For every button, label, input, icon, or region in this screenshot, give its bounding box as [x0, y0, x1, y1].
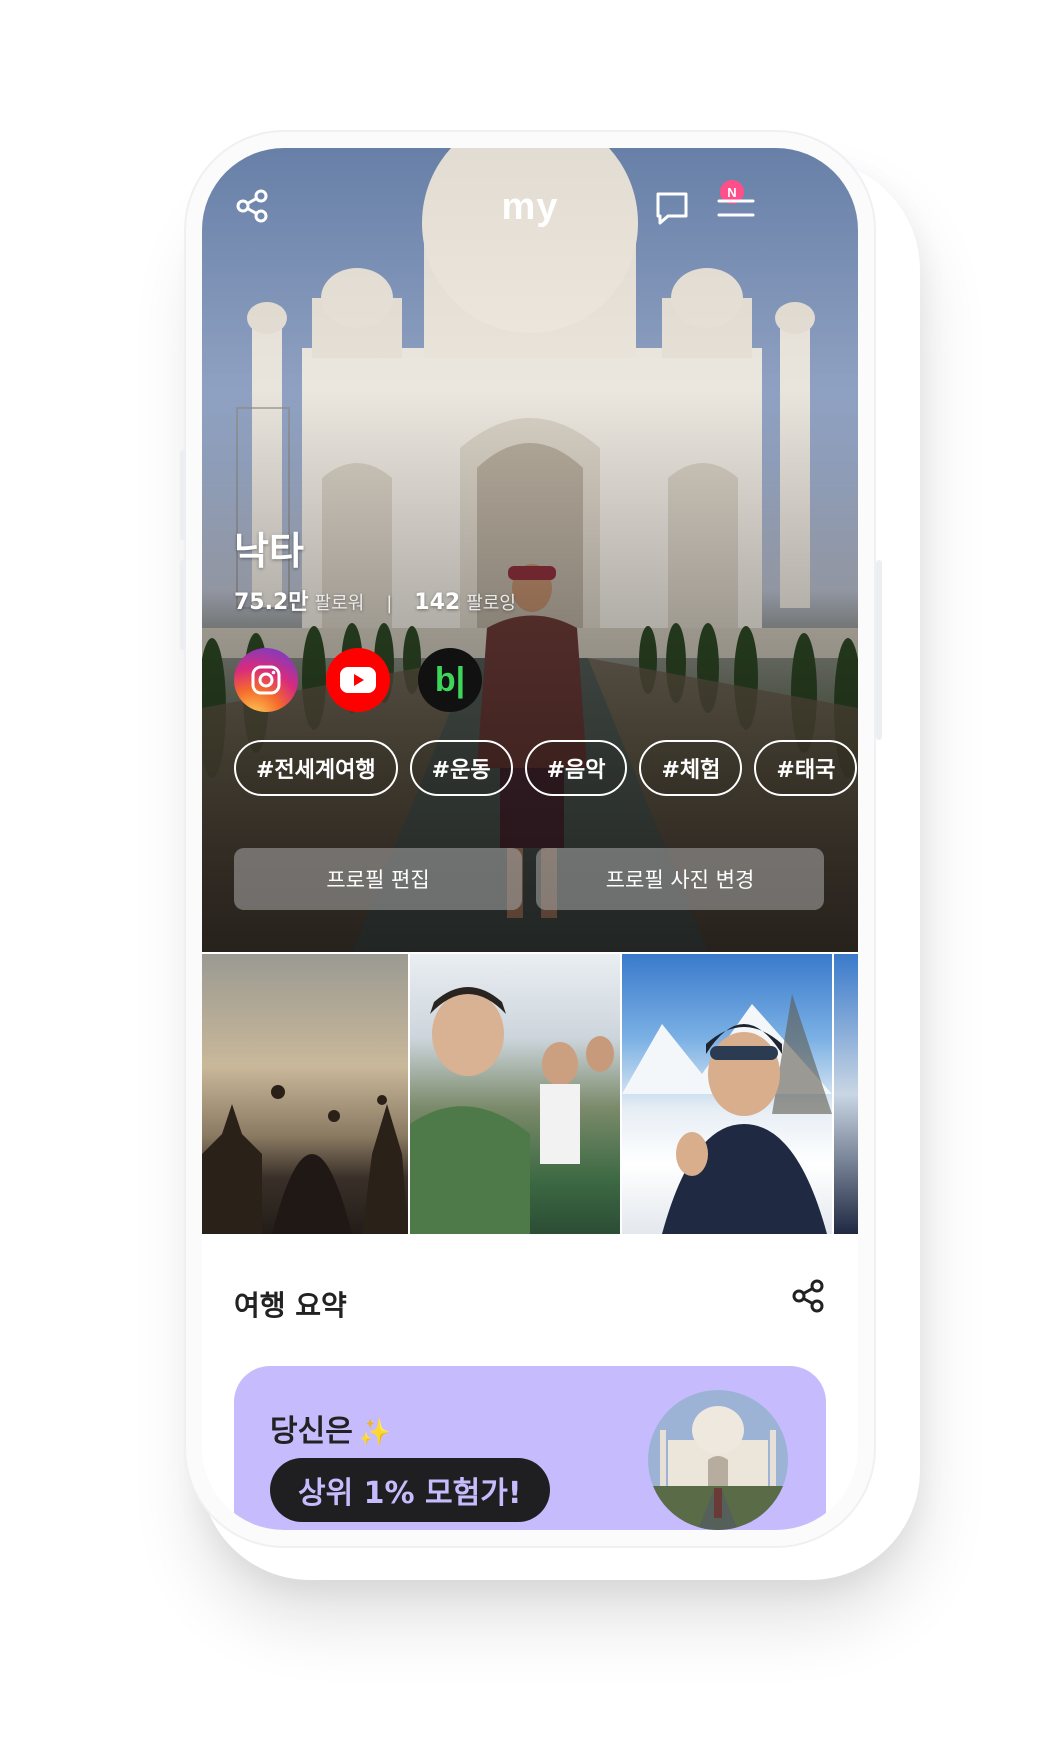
- photo-thumbnail[interactable]: [410, 954, 620, 1234]
- interest-tags: #전세계여행 #운동 #음악 #체험 #태국: [234, 740, 858, 796]
- menu-button[interactable]: [714, 188, 758, 228]
- following-count[interactable]: 142: [414, 590, 460, 615]
- youtube-icon: [340, 667, 376, 693]
- side-button: [876, 560, 882, 740]
- follow-stats: 75.2만 팔로워 | 142 팔로잉: [234, 584, 516, 616]
- blog-link[interactable]: b|: [418, 648, 482, 712]
- landmark-thumbnail-illustration: [648, 1390, 788, 1530]
- profile-name: 낙타: [234, 529, 304, 573]
- photo-thumbnail[interactable]: [202, 954, 408, 1234]
- share-icon: [792, 1279, 824, 1313]
- photo-thumbnail[interactable]: [834, 954, 858, 1234]
- blog-icon: b|: [434, 660, 466, 699]
- followers-label: 팔로워: [314, 593, 365, 614]
- side-button: [180, 450, 186, 540]
- stats-separator: |: [386, 593, 393, 614]
- photo-strip[interactable]: [202, 954, 858, 1234]
- instagram-link[interactable]: [234, 648, 298, 712]
- top-bar: my N: [202, 148, 858, 268]
- profile-actions: 프로필 편집 프로필 사진 변경: [234, 848, 824, 910]
- chat-bubble-icon: [656, 192, 688, 225]
- profile-hero: my N 낙타 75.2만 팔로워 | 142 팔로잉 b| #전세계여행 #운…: [202, 148, 858, 952]
- tag-chip[interactable]: #음악: [524, 740, 628, 796]
- app-logo: my: [501, 186, 559, 228]
- instagram-icon: [251, 665, 281, 695]
- summary-thumbnail: [648, 1390, 788, 1530]
- snow-selfie-scene: [622, 994, 832, 1234]
- side-button: [180, 560, 186, 650]
- tag-chip[interactable]: #전세계여행: [234, 740, 398, 796]
- summary-share-button[interactable]: [790, 1278, 826, 1318]
- tag-chip[interactable]: #태국: [754, 740, 858, 796]
- photo-thumbnail[interactable]: [622, 954, 832, 1234]
- messages-button[interactable]: [648, 184, 696, 232]
- sparkle-icon: ✨: [358, 1418, 392, 1448]
- balloon-scene: [202, 1085, 408, 1234]
- youtube-link[interactable]: [326, 648, 390, 712]
- travel-summary-title: 여행 요약: [234, 1289, 347, 1322]
- hamburger-menu-icon: [717, 199, 755, 217]
- summary-card-text: 당신은: [270, 1414, 353, 1449]
- app-screen: my N 낙타 75.2만 팔로워 | 142 팔로잉 b| #전세계여행 #운…: [202, 148, 858, 1530]
- social-links: b|: [234, 648, 482, 712]
- summary-highlight-pill: 상위 1% 모험가!: [270, 1458, 550, 1522]
- travel-summary-card[interactable]: 당신은 ✨ 상위 1% 모험가!: [234, 1366, 826, 1530]
- tag-chip[interactable]: #운동: [409, 740, 513, 796]
- tag-chip[interactable]: #체험: [639, 740, 743, 796]
- summary-card-line: 당신은 ✨: [270, 1406, 391, 1450]
- festival-selfie-scene: [410, 987, 614, 1234]
- edit-profile-button[interactable]: 프로필 편집: [234, 848, 522, 910]
- change-photo-button[interactable]: 프로필 사진 변경: [536, 848, 824, 910]
- following-label: 팔로잉: [466, 593, 516, 614]
- followers-count[interactable]: 75.2만: [234, 584, 309, 616]
